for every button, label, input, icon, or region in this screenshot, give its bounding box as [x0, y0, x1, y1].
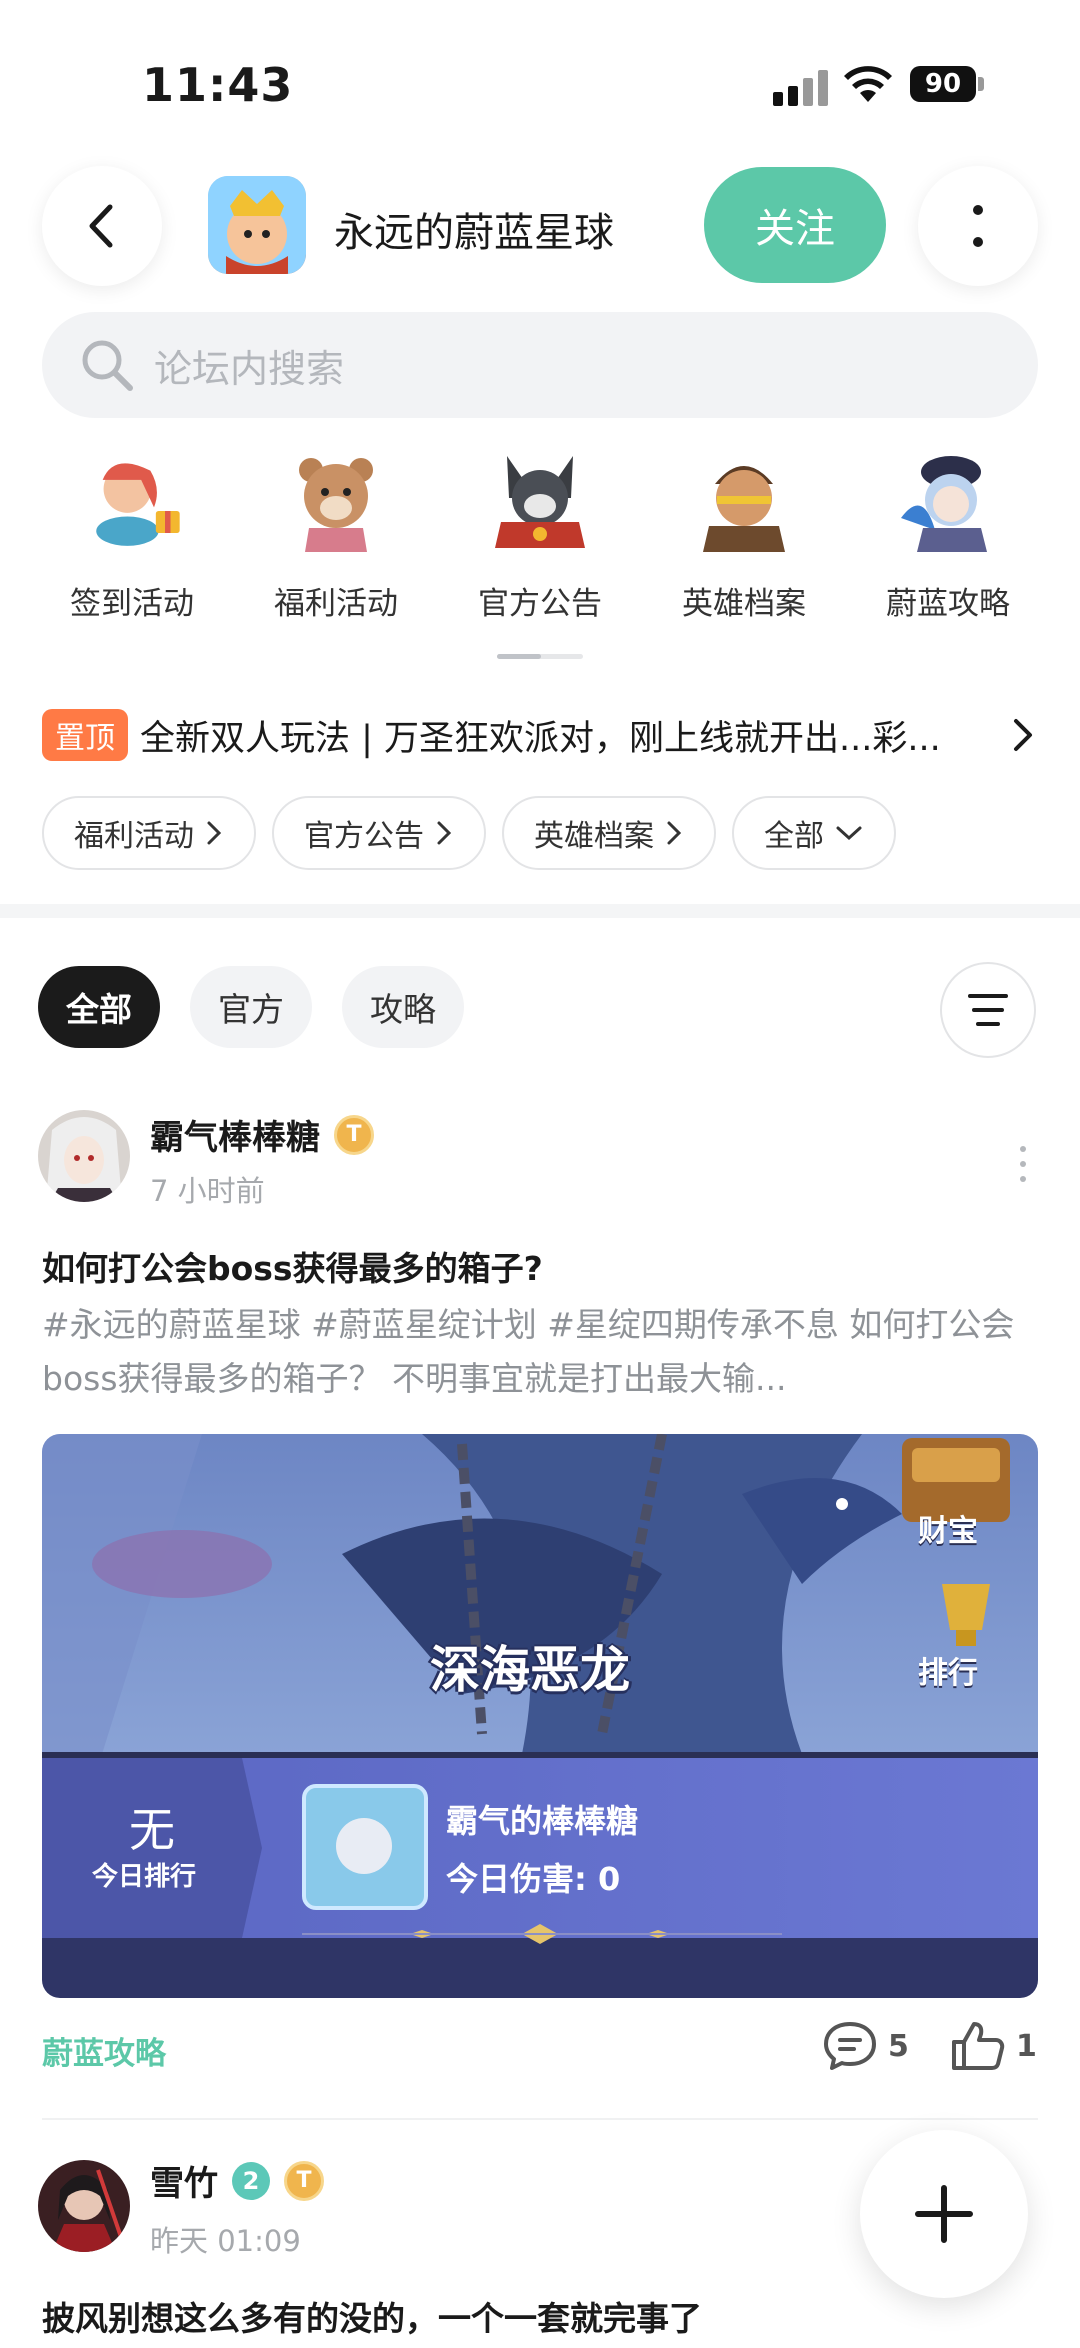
damage-label: 今日伤害: 0 — [446, 1860, 621, 1898]
pinned-title: 全新双人玩法 | 万圣狂欢派对，刚上线就开出...彩... — [140, 718, 941, 759]
plus-icon — [915, 2185, 973, 2243]
like-count: 1 — [1016, 2028, 1037, 2064]
wifi-icon — [844, 66, 892, 102]
post-separator — [42, 2118, 1038, 2120]
category-row: 签到活动 福利活动 官方公告 英雄档案 蔚蓝攻略 — [30, 452, 1050, 632]
pinned-badge: 置顶 — [42, 709, 128, 761]
tab-official[interactable]: 官方 — [190, 966, 312, 1048]
chevron-right-icon — [437, 821, 452, 845]
back-button[interactable] — [42, 166, 162, 286]
post-excerpt[interactable]: #永远的蔚蓝星球 #蔚蓝星绽计划 #星绽四期传承不息 如何打公会boss获得最多… — [42, 1298, 1038, 1406]
like-button[interactable]: 1 — [950, 2020, 1037, 2072]
post-image[interactable]: 深海恶龙 财宝 排行 无 今日排行 霸气的棒棒糖 今日伤害: 0 — [42, 1434, 1038, 1998]
category-guide[interactable]: 蔚蓝攻略 — [846, 452, 1050, 632]
chevron-right-icon — [667, 821, 682, 845]
treasure-label: 财宝 — [918, 1514, 978, 1549]
post-time: 7 小时前 — [150, 1174, 265, 1208]
status-time: 11:43 — [142, 58, 294, 112]
chevron-right-icon — [207, 821, 222, 845]
battery-tip — [978, 77, 984, 91]
level-badge-icon: 2 — [232, 2161, 270, 2200]
welfare-event-icon — [281, 452, 391, 552]
post-author[interactable]: 雪竹 2 T — [150, 2156, 324, 2205]
comment-icon — [824, 2022, 876, 2070]
chip-label: 官方公告 — [304, 819, 424, 854]
chip-label: 英雄档案 — [534, 819, 654, 854]
category-page-indicator — [497, 654, 583, 659]
post-author[interactable]: 霸气棒棒糖 T — [150, 1110, 374, 1159]
follow-button[interactable]: 关注 — [704, 167, 886, 283]
post-board-tag[interactable]: 蔚蓝攻略 — [42, 2028, 166, 2073]
section-divider — [0, 904, 1080, 918]
post-time: 昨天 01:09 — [150, 2224, 301, 2258]
post-more-icon[interactable] — [1020, 1146, 1030, 1191]
boss-name: 深海恶龙 — [430, 1641, 630, 1699]
category-hero[interactable]: 英雄档案 — [642, 452, 846, 632]
tab-all[interactable]: 全部 — [38, 966, 160, 1048]
comment-button[interactable]: 5 — [822, 2020, 909, 2072]
rank-value: 无 — [129, 1803, 175, 1857]
tab-guide[interactable]: 攻略 — [342, 966, 464, 1048]
cellular-signal-icon — [773, 70, 829, 106]
category-official[interactable]: 官方公告 — [438, 452, 642, 632]
chip-label: 福利活动 — [74, 819, 194, 854]
medal-icon: T — [334, 1114, 374, 1155]
header-bar: 永远的蔚蓝星球 关注 — [0, 160, 1080, 290]
sign-in-event-icon — [77, 452, 187, 552]
guide-icon — [893, 452, 1003, 552]
rank-label: 排行 — [918, 1656, 978, 1691]
category-welfare[interactable]: 福利活动 — [234, 452, 438, 632]
post-title[interactable]: 披风别想这么多有的没的，一个一套就完事了 — [42, 2292, 702, 2340]
chip-official[interactable]: 官方公告 — [272, 796, 486, 870]
game-avatar[interactable] — [208, 176, 306, 274]
board-chips: 福利活动 官方公告 英雄档案 全部 — [42, 796, 896, 870]
post-title[interactable]: 如何打公会boss获得最多的箱子? — [42, 1242, 543, 1290]
chip-all[interactable]: 全部 — [732, 796, 896, 870]
medal-icon: T — [284, 2160, 324, 2201]
game-title: 永远的蔚蓝星球 — [334, 210, 614, 256]
comment-count: 5 — [888, 2028, 909, 2064]
vertical-dots-icon — [973, 205, 983, 247]
menu-lines-icon — [968, 994, 1008, 1026]
sort-filter-button[interactable] — [940, 962, 1036, 1058]
author-name: 霸气棒棒糖 — [150, 1118, 320, 1158]
hero-archive-icon — [689, 452, 799, 552]
battery-icon: 90 — [910, 66, 976, 102]
filter-tabs: 全部 官方 攻略 — [38, 966, 464, 1048]
category-label: 官方公告 — [478, 586, 602, 622]
chevron-left-icon — [89, 204, 113, 248]
status-bar: 11:43 90 — [0, 0, 1080, 160]
category-sign-in[interactable]: 签到活动 — [30, 452, 234, 632]
category-label: 英雄档案 — [682, 586, 806, 622]
chip-hero[interactable]: 英雄档案 — [502, 796, 716, 870]
chip-welfare[interactable]: 福利活动 — [42, 796, 256, 870]
avatar[interactable] — [38, 1110, 130, 1202]
more-options-button[interactable] — [918, 166, 1038, 286]
chevron-down-icon — [836, 826, 862, 841]
category-label: 福利活动 — [274, 586, 398, 622]
official-announcement-icon — [485, 452, 595, 552]
rank-caption: 今日排行 — [92, 1862, 197, 1892]
category-label: 蔚蓝攻略 — [886, 586, 1010, 622]
category-label: 签到活动 — [70, 586, 194, 622]
chevron-right-icon — [1014, 719, 1032, 751]
player-name: 霸气的棒棒糖 — [446, 1802, 639, 1840]
author-name: 雪竹 — [150, 2164, 218, 2204]
forum-search-input[interactable]: 论坛内搜索 — [42, 312, 1038, 418]
create-post-button[interactable] — [860, 2130, 1028, 2298]
chip-label: 全部 — [764, 819, 824, 854]
avatar[interactable] — [38, 2160, 130, 2252]
search-placeholder: 论坛内搜索 — [154, 346, 345, 391]
search-icon — [82, 340, 133, 391]
pinned-post[interactable]: 置顶 全新双人玩法 | 万圣狂欢派对，刚上线就开出...彩... — [42, 704, 1038, 766]
thumbs-up-icon — [952, 2022, 1005, 2070]
